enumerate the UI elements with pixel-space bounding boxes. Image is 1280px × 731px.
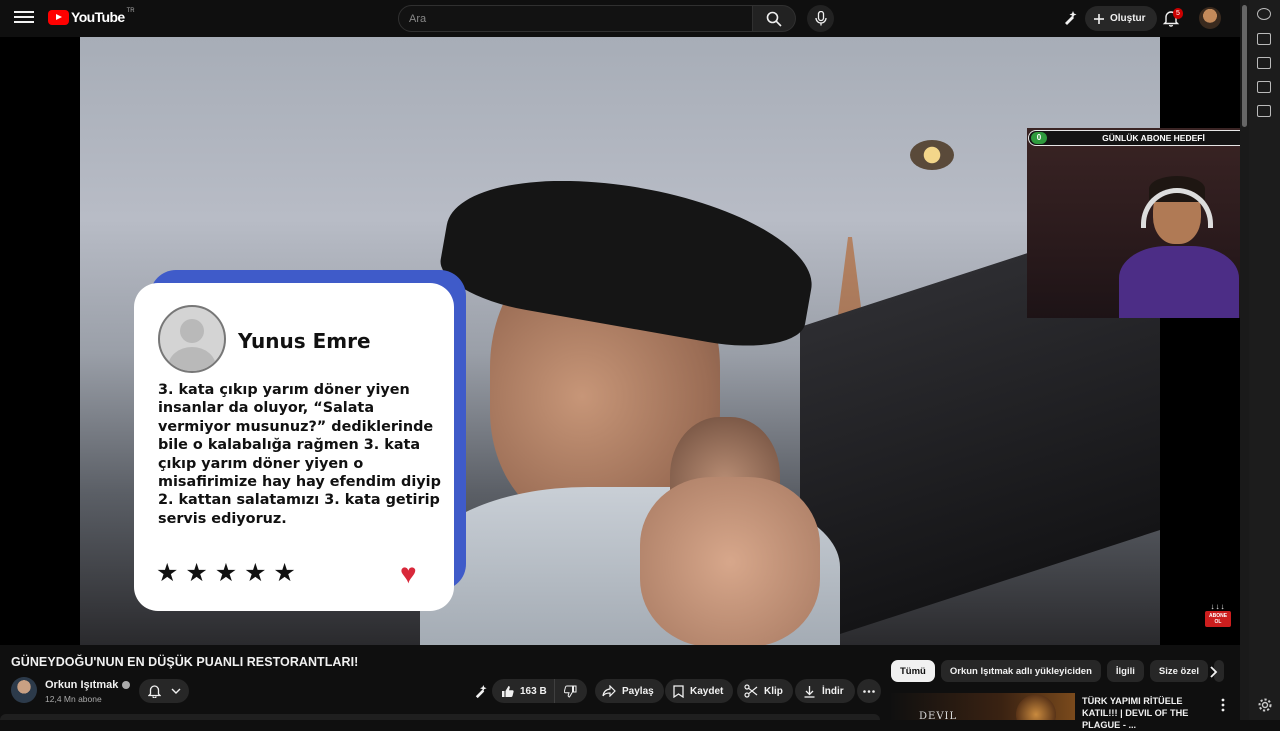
chip-all[interactable]: Tümü xyxy=(891,660,935,682)
download-button[interactable]: İndir xyxy=(795,679,855,703)
chip-from-uploader[interactable]: Orkun Işıtmak adlı yükleyiciden xyxy=(940,660,1101,682)
subscription-bell-button[interactable] xyxy=(139,679,189,703)
save-button[interactable]: Kaydet xyxy=(665,679,734,703)
create-button[interactable]: Oluştur xyxy=(1085,6,1157,31)
download-icon xyxy=(804,685,815,698)
youtube-play-icon xyxy=(48,9,69,25)
share-arrow-icon xyxy=(602,685,616,697)
ask-ai-button[interactable] xyxy=(468,679,492,703)
rail-theater-icon[interactable] xyxy=(1257,33,1271,45)
rail-window-icon[interactable] xyxy=(1257,57,1271,69)
logo-text: YouTube xyxy=(71,9,125,25)
scrollbar-thumb[interactable] xyxy=(1242,5,1247,127)
chevron-down-icon xyxy=(171,688,180,694)
more-horizontal-icon xyxy=(863,689,875,693)
video-title: GÜNEYDOĞU'NUN EN DÜŞÜK PUANLI RESTORANTL… xyxy=(11,655,359,669)
video-frame[interactable]: Yunus Emre 3. kata çıkıp yarım döner yiy… xyxy=(80,37,1160,645)
more-vertical-icon[interactable] xyxy=(1218,696,1228,714)
search-button[interactable] xyxy=(753,5,796,32)
save-label: Kaydet xyxy=(690,685,724,697)
notification-count-badge: 5 xyxy=(1173,8,1183,19)
logo-country-code: TR xyxy=(126,8,135,14)
channel-name-link[interactable]: Orkun Işıtmak xyxy=(45,679,131,691)
extension-tool-rail xyxy=(1249,0,1280,720)
thumbs-down-icon xyxy=(564,685,577,698)
hand-shape xyxy=(640,477,820,645)
thumbnail-text: DEVIL xyxy=(919,711,958,720)
bell-icon xyxy=(147,685,161,698)
reviewer-avatar xyxy=(158,305,226,373)
like-button[interactable]: 163 B xyxy=(492,679,554,703)
chip-related[interactable]: İlgili xyxy=(1106,660,1144,682)
ai-sparkle-icon[interactable] xyxy=(1062,10,1078,26)
thumbnail-figure-shape xyxy=(1011,693,1061,720)
description-box-edge[interactable] xyxy=(0,714,880,720)
recommendation-thumbnail[interactable]: DEVIL xyxy=(891,693,1075,720)
verified-check-icon xyxy=(122,681,131,689)
like-count: 163 B xyxy=(520,685,547,697)
heart-icon: ♥ xyxy=(400,558,417,589)
create-label: Oluştur xyxy=(1110,13,1146,24)
youtube-logo[interactable]: YouTube TR xyxy=(48,8,135,25)
reviewer-name: Yunus Emre xyxy=(238,329,371,353)
download-label: İndir xyxy=(822,685,844,697)
chevron-right-icon[interactable] xyxy=(1204,663,1222,681)
subscribe-overlay-badge: ↓↓↓ ABONE OL xyxy=(1205,602,1231,630)
ai-sparkle-icon xyxy=(475,684,487,698)
bookmark-icon xyxy=(673,684,684,698)
dislike-button[interactable] xyxy=(554,679,587,703)
plus-icon xyxy=(1094,13,1104,24)
channel-avatar[interactable] xyxy=(11,677,37,703)
cap-shape xyxy=(434,155,824,359)
lamp-shape xyxy=(910,140,954,170)
chip-for-you[interactable]: Size özel xyxy=(1149,660,1209,682)
menu-icon[interactable] xyxy=(14,8,34,28)
down-arrows-icon: ↓↓↓ xyxy=(1210,602,1226,611)
page-scrollbar[interactable] xyxy=(1240,0,1249,720)
search-icon xyxy=(766,11,782,27)
rail-book-icon[interactable] xyxy=(1257,105,1271,117)
subscribe-overlay-label: ABONE OL xyxy=(1205,611,1231,627)
review-card: Yunus Emre 3. kata çıkıp yarım döner yiy… xyxy=(134,283,454,611)
share-button[interactable]: Paylaş xyxy=(595,679,664,703)
masthead: YouTube TR Oluştur 5 xyxy=(0,0,1248,37)
gear-icon[interactable] xyxy=(1257,697,1273,713)
channel-name: Orkun Işıtmak xyxy=(45,679,119,691)
thumbs-up-icon xyxy=(502,685,514,697)
voice-search-button[interactable] xyxy=(807,5,834,32)
rating-stars-icon: ★ ★ ★ ★ ★ xyxy=(156,559,296,587)
goal-current: 0 xyxy=(1031,132,1047,144)
recommendation-title[interactable]: TÜRK YAPIMI RİTÜELE KATIL!!! | DEVIL OF … xyxy=(1082,695,1214,731)
scissors-icon xyxy=(744,684,758,698)
review-text: 3. kata çıkıp yarım döner yiyen insanlar… xyxy=(158,382,441,527)
clip-label: Klip xyxy=(764,685,783,697)
share-label: Paylaş xyxy=(622,685,654,697)
more-actions-button[interactable] xyxy=(857,679,881,703)
streamer-body-shape xyxy=(1119,246,1239,318)
subscriber-count: 12,4 Mn abone xyxy=(45,694,102,704)
rail-notes-icon[interactable] xyxy=(1257,81,1271,93)
related-filter-chips: Tümü Orkun Işıtmak adlı yükleyiciden İlg… xyxy=(891,660,1225,682)
search-box xyxy=(398,5,796,32)
microphone-icon xyxy=(814,11,827,26)
search-input[interactable] xyxy=(398,5,753,32)
clip-button[interactable]: Klip xyxy=(737,679,793,703)
account-avatar[interactable] xyxy=(1199,7,1221,29)
rail-sparkle-icon[interactable] xyxy=(1257,8,1271,20)
